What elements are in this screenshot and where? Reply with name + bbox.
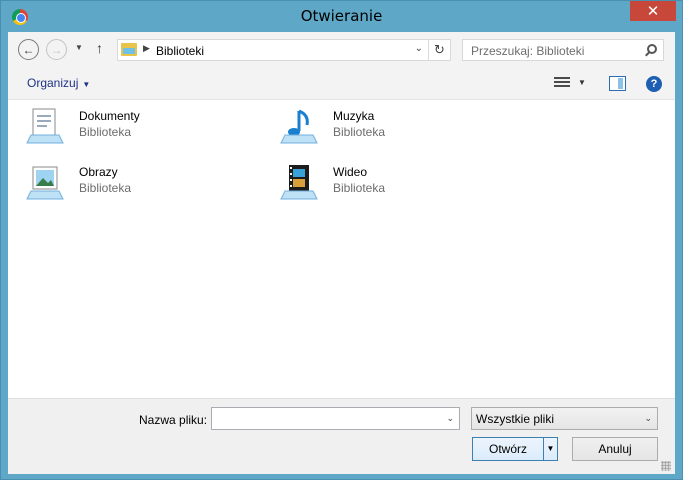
view-options-chevron-icon[interactable]: ▼ [578, 78, 586, 87]
cancel-button[interactable]: Anuluj [572, 437, 658, 461]
open-options-dropdown-icon[interactable]: ▼ [543, 438, 557, 460]
refresh-button[interactable]: ↻ [428, 40, 450, 60]
file-list: Dokumenty Biblioteka Muzyka Biblioteka O… [8, 101, 675, 398]
library-name: Dokumenty [79, 109, 140, 123]
up-button[interactable]: ↑ [96, 40, 103, 56]
back-button[interactable]: ← [18, 39, 39, 60]
address-bar[interactable]: ▶ Biblioteki ⌄ ↻ [117, 39, 451, 61]
change-view-icon[interactable] [554, 77, 570, 91]
close-button[interactable]: ✕ [630, 1, 676, 21]
documents-library-icon [26, 108, 64, 144]
help-icon[interactable]: ? [646, 76, 662, 92]
library-item-dokumenty[interactable]: Dokumenty Biblioteka [25, 105, 265, 153]
library-name: Muzyka [333, 109, 375, 123]
library-name: Obrazy [79, 165, 118, 179]
navigation-bar: ← → ▼ ↑ ▶ Biblioteki ⌄ ↻ Przeszukaj: Bib… [8, 32, 675, 67]
pictures-library-icon [26, 166, 64, 200]
library-item-muzyka[interactable]: Muzyka Biblioteka [279, 105, 519, 153]
breadcrumb-chevron-icon[interactable]: ▶ [143, 43, 150, 54]
library-type: Biblioteka [79, 181, 132, 195]
breadcrumb-biblioteki[interactable]: Biblioteki [156, 44, 204, 58]
library-type: Biblioteka [333, 125, 386, 139]
organize-label: Organizuj [27, 76, 79, 90]
filename-input[interactable]: ⌄ [211, 407, 460, 430]
library-item-obrazy[interactable]: Obrazy Biblioteka [25, 161, 265, 209]
open-button[interactable]: Otwórz ▼ [472, 437, 558, 461]
videos-library-icon [280, 165, 318, 200]
address-dropdown-icon[interactable]: ⌄ [415, 43, 423, 54]
music-library-icon [280, 109, 318, 144]
open-button-label: Otwórz [488, 442, 527, 456]
search-input[interactable]: Przeszukaj: Biblioteki [462, 39, 664, 61]
window-title: Otwieranie [300, 7, 383, 25]
dialog-window: Otwieranie ✕ ← → ▼ ↑ ▶ Biblioteki ⌄ ↻ Pr… [0, 0, 683, 480]
forward-button[interactable]: → [46, 39, 67, 60]
chevron-down-icon: ▼ [82, 80, 91, 89]
preview-pane-icon[interactable] [609, 76, 626, 91]
resize-grip-icon[interactable] [661, 461, 671, 471]
dialog-footer: Nazwa pliku: ⌄ Wszystkie pliki ⌄ Otwórz … [8, 398, 675, 474]
libraries-folder-icon [121, 43, 137, 56]
title-bar[interactable]: Otwieranie ✕ [1, 1, 682, 32]
recent-locations-dropdown-icon[interactable]: ▼ [75, 43, 83, 52]
library-type: Biblioteka [333, 181, 386, 195]
library-name: Wideo [333, 165, 368, 179]
search-placeholder: Przeszukaj: Biblioteki [471, 44, 585, 58]
file-type-dropdown-icon: ⌄ [644, 413, 652, 423]
library-type: Biblioteka [79, 125, 132, 139]
filename-dropdown-icon[interactable]: ⌄ [446, 413, 454, 424]
dialog-client-area: ← → ▼ ↑ ▶ Biblioteki ⌄ ↻ Przeszukaj: Bib… [8, 32, 675, 474]
filename-label: Nazwa pliku: [139, 413, 208, 427]
library-item-wideo[interactable]: Wideo Biblioteka [279, 161, 519, 209]
organize-menu-button[interactable]: Organizuj ▼ [27, 76, 90, 90]
file-type-select[interactable]: Wszystkie pliki ⌄ [471, 407, 658, 430]
command-toolbar: Organizuj ▼ ▼ ? [8, 67, 675, 100]
search-icon[interactable] [647, 44, 657, 54]
file-type-value: Wszystkie pliki [476, 412, 555, 426]
